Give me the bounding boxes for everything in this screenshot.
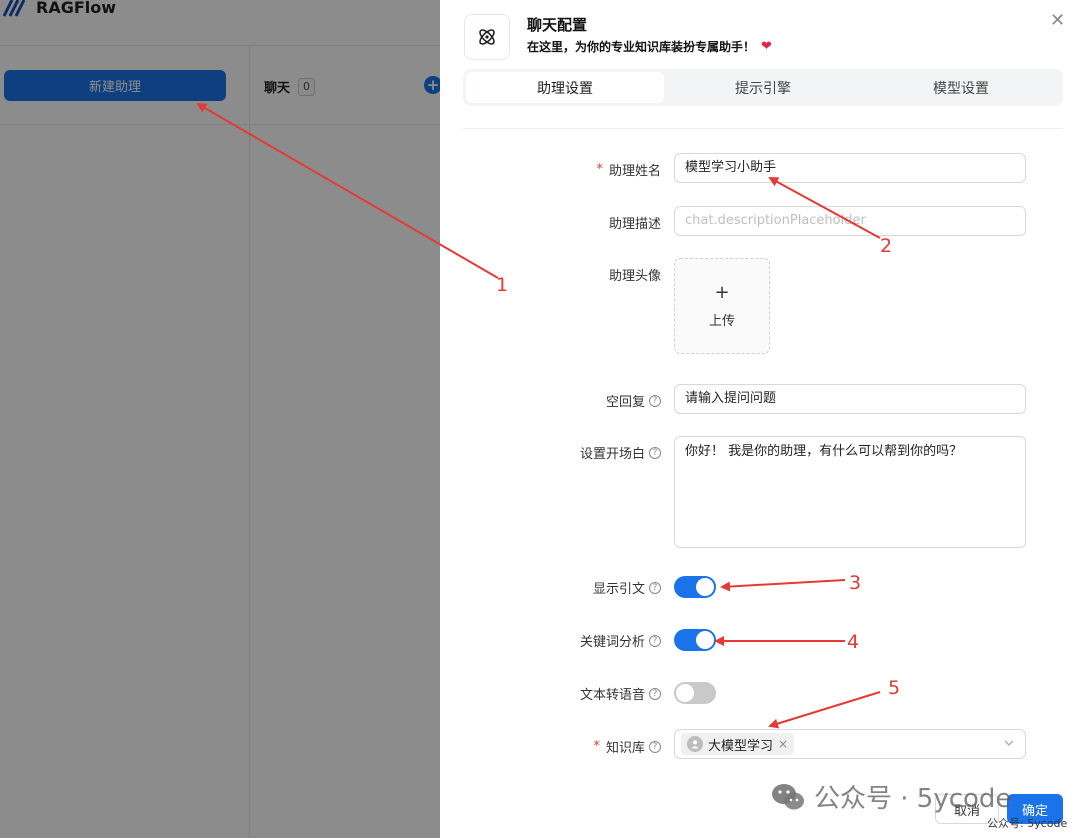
assistant-name-input[interactable]: 模型学习小助手 [674,153,1026,183]
description-label: 助理描述 [609,213,661,232]
avatar-label-text: 助理头像 [608,269,661,284]
close-icon[interactable]: ✕ [1050,10,1065,31]
drawer-title: 聊天配置 [527,16,588,34]
config-tabs: 助理设置 提示引擎 模型设置 [463,69,1063,106]
atom-icon [479,29,495,45]
avatar-upload[interactable]: + 上传 [674,258,770,354]
annotation-number-2: 2 [880,235,893,257]
chat-config-drawer: 聊天配置 在这里，为你的专业知识库装扮专属助手！ ❤ ✕ 助理设置 提示引擎 模… [440,0,1080,838]
description-label-text: 助理描述 [608,217,661,232]
help-icon[interactable]: ? [649,394,661,407]
help-icon[interactable]: ? [649,687,661,700]
toggle-knob [676,684,694,702]
annotation-number-3: 3 [849,572,862,594]
name-label-text: 助理姓名 [608,164,661,179]
empty-reply-input[interactable]: 请输入提问问题 [674,384,1026,414]
tab-assistant-settings[interactable]: 助理设置 [466,72,664,103]
watermark-small-text: 公众号: 5ycode [987,817,1068,830]
empty-reply-label-text: 空回复 [605,395,645,410]
header-divider [463,128,1063,129]
show-quote-toggle[interactable] [674,576,716,598]
tab-prompt-engine[interactable]: 提示引擎 [664,72,862,103]
watermark-text: 公众号 · 5ycode [814,784,1012,814]
tts-toggle[interactable] [674,682,716,704]
annotation-number-4: 4 [847,631,860,653]
tab-model-settings[interactable]: 模型设置 [862,72,1060,103]
keyword-analysis-label-text: 关键词分析 [579,635,645,650]
show-quote-label-text: 显示引文 [592,582,645,597]
knowledge-base-label: * 知识库 ? [593,737,661,756]
tts-label: 文本转语音 ? [580,684,661,703]
keyword-analysis-label: 关键词分析 ? [580,631,661,650]
knowledge-base-select[interactable]: 大模型学习 × [674,729,1026,759]
upload-text: 上传 [708,313,735,329]
plus-icon: + [714,281,730,303]
show-quote-label: 显示引文 ? [593,578,661,597]
name-label: * 助理姓名 [596,160,661,179]
help-icon[interactable]: ? [649,740,661,753]
help-icon[interactable]: ? [649,634,661,647]
required-mark: * [593,739,600,754]
knowledge-base-tag: 大模型学习 × [681,733,795,755]
avatar-label: 助理头像 [609,265,661,284]
kb-avatar-icon [687,736,703,752]
annotation-number-1: 1 [496,274,509,296]
toggle-knob [696,631,714,649]
kb-tag-label: 大模型学习 [708,738,774,754]
heart-icon: ❤ [761,39,772,54]
keyword-analysis-toggle[interactable] [674,629,716,651]
tag-remove-icon[interactable]: × [778,737,788,751]
drawer-subtitle-text: 在这里，为你的专业知识库装扮专属助手！ [527,40,756,54]
chevron-down-icon [1004,740,1014,746]
empty-reply-label: 空回复 ? [606,391,661,410]
required-mark: * [596,162,603,177]
tts-label-text: 文本转语音 [579,688,645,703]
drawer-subtitle: 在这里，为你的专业知识库装扮专属助手！ ❤ [527,38,772,55]
chat-config-icon [464,14,510,60]
knowledge-base-label-text: 知识库 [605,741,645,756]
wechat-icon [772,783,804,809]
opener-textarea[interactable]: 你好！ 我是你的助理，有什么可以帮到你的吗？ [674,436,1026,548]
help-icon[interactable]: ? [649,446,661,459]
opener-label-text: 设置开场白 [579,447,645,462]
toggle-knob [696,578,714,596]
assistant-description-input[interactable]: chat.descriptionPlaceholder [674,206,1026,236]
annotation-number-5: 5 [888,677,901,699]
opener-label: 设置开场白 ? [580,443,661,462]
help-icon[interactable]: ? [649,581,661,594]
watermark: 公众号 · 5ycode [770,778,1011,815]
